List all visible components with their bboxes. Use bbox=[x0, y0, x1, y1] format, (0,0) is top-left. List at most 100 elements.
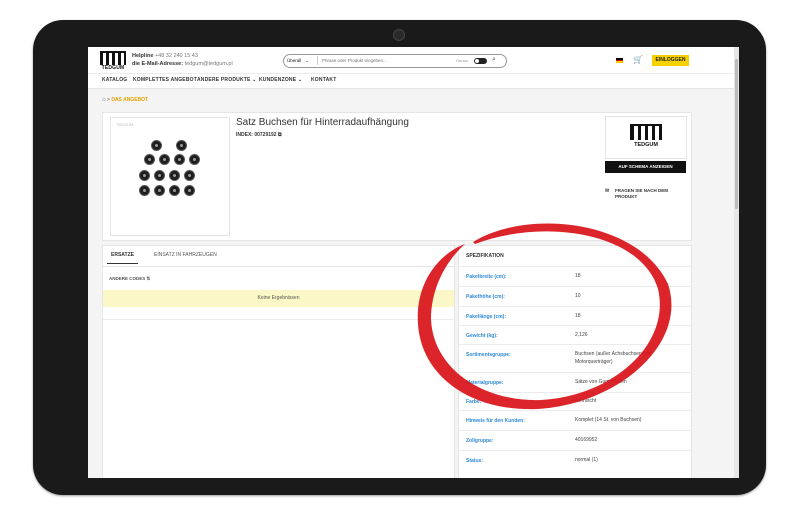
search-scope-value: Überall bbox=[287, 58, 302, 63]
top-bar: TEDGUM Helpline +48 32 240 15 43 die E-M… bbox=[88, 47, 739, 73]
bushing-image bbox=[151, 140, 162, 151]
copy-icon[interactable]: ⧉ bbox=[278, 132, 282, 138]
contact-info: Helpline +48 32 240 15 43 die E-Mail-Adr… bbox=[132, 52, 233, 68]
cart-icon[interactable]: 🛒 bbox=[633, 55, 643, 65]
spec-row: Status: normal (1) bbox=[459, 450, 691, 471]
nav-item-komplettes-angebot[interactable]: KOMPLETTES ANGEBOT bbox=[133, 77, 197, 83]
nav-item-kundenzone[interactable]: KUNDENZONE ⌄ bbox=[259, 77, 302, 83]
german-flag-icon[interactable] bbox=[616, 58, 623, 63]
chevron-down-icon: ⌄ bbox=[305, 58, 310, 63]
logo-text: TEDGUM bbox=[101, 65, 125, 71]
spec-value: Komplet (14 St. von Buchsen) bbox=[575, 417, 642, 423]
bushing-image bbox=[139, 170, 150, 181]
spec-value: 40169952 bbox=[575, 437, 598, 443]
nav-item-andere-produkte[interactable]: ANDERE PRODUKTE ⌄ bbox=[197, 77, 257, 83]
no-results-message: Keine Ergebnissen bbox=[103, 290, 454, 307]
spec-value: 18 bbox=[575, 313, 581, 319]
show-schema-button[interactable]: AUF SCHEMA ANZEIGEN bbox=[605, 161, 686, 173]
spec-value: 10 bbox=[575, 293, 581, 299]
scrollbar[interactable] bbox=[734, 47, 739, 478]
spec-value: Gemischt bbox=[575, 398, 597, 404]
main-nav: KATALOG KOMPLETTES ANGEBOT ANDERE PRODUK… bbox=[88, 73, 734, 89]
brand-logo-text: TEDGUM bbox=[634, 142, 658, 148]
spec-key: Zollgruppe: bbox=[466, 438, 494, 444]
screen: TEDGUM Helpline +48 32 240 15 43 die E-M… bbox=[88, 47, 739, 478]
brand-logo: TEDGUM bbox=[605, 116, 687, 159]
logo-mark-icon bbox=[630, 124, 662, 140]
spec-row: Zollgruppe: 40169952 bbox=[459, 430, 691, 451]
index-value: 00729192 bbox=[254, 132, 277, 138]
search-bar: Überall⌄ Genau ⌕ bbox=[283, 54, 507, 68]
tab-einsatz-in-fahrzeugen[interactable]: EINSATZ IN FAHRZEUGEN bbox=[154, 252, 217, 258]
product-image[interactable]: TEDGUM bbox=[110, 117, 230, 236]
exact-toggle-label: Genau bbox=[456, 58, 469, 63]
spec-row: Materialgruppe: Sätze von Gummiteilen bbox=[459, 372, 691, 393]
other-codes-sort[interactable]: ANDERE CODES ⇅ bbox=[109, 276, 150, 282]
envelope-icon: ✉ bbox=[605, 188, 610, 194]
bushing-image bbox=[169, 185, 180, 196]
search-icon[interactable]: ⌕ bbox=[492, 55, 496, 65]
ask-about-product-label: FRAGEN SIE NACH DEM PRODUKT bbox=[615, 188, 669, 199]
spec-value: Buchsen (außer Achsbuchsen und Motorquer… bbox=[575, 351, 652, 365]
bushing-image bbox=[176, 140, 187, 151]
search-scope-select[interactable]: Überall ⌄ bbox=[287, 56, 318, 65]
helpline-number[interactable]: +48 32 240 15 43 bbox=[155, 53, 198, 59]
spec-key: Paketlänge (cm): bbox=[466, 314, 507, 320]
bushing-image bbox=[144, 154, 155, 165]
bushing-image bbox=[169, 170, 180, 181]
search-input[interactable] bbox=[322, 56, 442, 65]
breadcrumb: ⌂ > DAS ANGEBOT bbox=[102, 97, 148, 103]
spec-key: Sortimentsgruppe: bbox=[466, 352, 511, 358]
replacements-panel: ERSATZE EINSATZ IN FAHRZEUGEN ANDERE COD… bbox=[102, 245, 455, 478]
spec-key: Pakethöhe (cm): bbox=[466, 294, 505, 300]
bushing-image bbox=[189, 154, 200, 165]
breadcrumb-current[interactable]: DAS ANGEBOT bbox=[111, 97, 148, 103]
spec-row: Paketlänge (cm): 18 bbox=[459, 306, 691, 326]
bushing-image bbox=[154, 170, 165, 181]
product-card: TEDGUM Satz Buchsen für Hinterradaufhäng… bbox=[102, 112, 692, 241]
spec-key: Hinweis für den Kunden: bbox=[466, 418, 525, 424]
product-index: INDEX: 00729192 ⧉ bbox=[236, 132, 282, 138]
spec-row: Pakethöhe (cm): 10 bbox=[459, 286, 691, 307]
spec-key: Paketbreite (cm): bbox=[466, 274, 507, 280]
bushing-image bbox=[174, 154, 185, 165]
nav-item-kontakt[interactable]: KONTAKT bbox=[311, 77, 336, 83]
email-label: die E-Mail-Adresse: bbox=[132, 61, 184, 67]
spec-key: Farbe: bbox=[466, 399, 482, 405]
tab-bar: ERSATZE EINSATZ IN FAHRZEUGEN bbox=[103, 246, 454, 267]
spec-key: Gewicht (kg): bbox=[466, 333, 498, 339]
bushing-image bbox=[154, 185, 165, 196]
ask-about-product-link[interactable]: ✉ FRAGEN SIE NACH DEM PRODUKT bbox=[605, 188, 685, 200]
spec-value: normal (1) bbox=[575, 457, 598, 463]
exact-toggle[interactable] bbox=[474, 58, 487, 64]
specification-title: SPEZIFIKATION bbox=[466, 253, 504, 259]
nav-item-katalog[interactable]: KATALOG bbox=[102, 77, 127, 83]
helpline-label: Helpline bbox=[132, 53, 154, 59]
spec-value: Sätze von Gummiteilen bbox=[575, 379, 627, 385]
logo-mark-icon bbox=[100, 51, 126, 65]
email-link[interactable]: tedgum@tedgum.pl bbox=[185, 61, 233, 67]
camera-icon bbox=[393, 29, 405, 41]
breadcrumb-separator: > bbox=[107, 97, 110, 103]
product-title: Satz Buchsen für Hinterradaufhängung bbox=[236, 117, 409, 128]
spec-value: 18 bbox=[575, 273, 581, 279]
spec-key: Status: bbox=[466, 458, 483, 464]
bushing-image bbox=[139, 185, 150, 196]
home-icon[interactable]: ⌂ bbox=[102, 97, 106, 103]
spec-row: Gewicht (kg): 2,126 bbox=[459, 325, 691, 345]
spec-key: Materialgruppe: bbox=[466, 380, 504, 386]
divider bbox=[103, 319, 454, 320]
bushing-image bbox=[184, 170, 195, 181]
specification-panel: SPEZIFIKATION Paketbreite (cm): 18 Paket… bbox=[458, 245, 692, 478]
bushing-image bbox=[159, 154, 170, 165]
image-watermark: TEDGUM bbox=[116, 122, 134, 127]
tedgum-logo[interactable]: TEDGUM bbox=[100, 51, 126, 71]
scrollbar-thumb[interactable] bbox=[735, 59, 738, 209]
spec-value: 2,126 bbox=[575, 332, 588, 338]
bushing-image bbox=[184, 185, 195, 196]
spec-row: Hinweis für den Kunden: Komplet (14 St. … bbox=[459, 410, 691, 431]
tab-ersatze[interactable]: ERSATZE bbox=[107, 252, 138, 264]
spec-row: Sortimentsgruppe: Buchsen (außer Achsbuc… bbox=[459, 344, 691, 373]
spec-row: Paketbreite (cm): 18 bbox=[459, 266, 691, 287]
login-button[interactable]: EINLOGGEN bbox=[652, 55, 689, 66]
